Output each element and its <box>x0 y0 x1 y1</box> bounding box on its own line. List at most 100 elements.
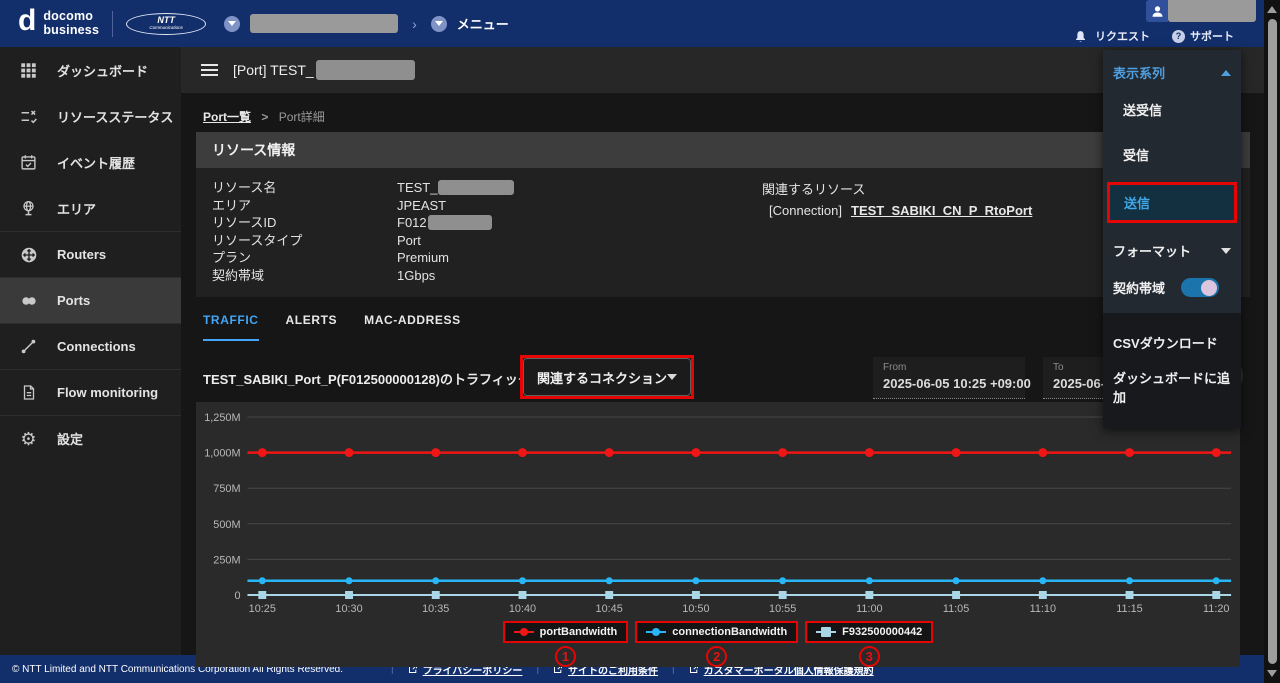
sidebar: ダッシュボード リソースステータス イベント履歴 エリア <box>0 47 181 655</box>
scrollbar-thumb[interactable] <box>1268 19 1277 664</box>
chart-legend: portBandwidth 1 connectionBandwidth 2 <box>196 621 1240 667</box>
menu-option-receive[interactable]: 受信 <box>1113 137 1231 172</box>
document-icon <box>19 384 38 401</box>
vertical-scrollbar[interactable] <box>1264 0 1280 683</box>
traffic-chart-panel: 1,250M1,000M750M500M250M010:2510:3010:35… <box>196 402 1240 667</box>
related-connection-link[interactable]: TEST_SABIKI_CN_P_RtoPort <box>851 203 1032 218</box>
topbar-right-links: リクエスト ? サポート <box>1071 28 1234 44</box>
add-to-dashboard-button[interactable]: ダッシュボードに追加 <box>1113 360 1231 414</box>
grid-icon <box>19 62 38 79</box>
bell-icon <box>1071 30 1090 43</box>
series-section-header[interactable]: 表示系列 <box>1113 63 1231 82</box>
sidebar-item-event-history[interactable]: イベント履歴 <box>0 139 181 185</box>
svg-text:10:40: 10:40 <box>509 603 536 615</box>
connections-icon <box>19 338 38 355</box>
field-plan: プラン Premium <box>212 249 732 267</box>
field-contract-bandwidth: 契約帯域 1Gbps <box>212 267 732 285</box>
annotation-number-2: 2 <box>706 646 727 667</box>
menu-option-both-directions[interactable]: 送受信 <box>1113 92 1231 127</box>
menu-selector-chevron-icon[interactable] <box>431 16 447 32</box>
legend-item-f932500000442[interactable]: F932500000442 <box>805 621 933 643</box>
chevron-up-icon <box>1221 70 1231 76</box>
topbar-navigation: › メニュー <box>224 14 509 33</box>
svg-text:10:30: 10:30 <box>335 603 362 615</box>
menu-actions-section: CSVダウンロード ダッシュボードに追加 <box>1103 313 1241 428</box>
scroll-up-arrow-icon[interactable] <box>1267 6 1277 13</box>
tab-mac-address[interactable]: MAC-ADDRESS <box>364 313 461 341</box>
field-area: エリア JPEAST <box>212 197 732 215</box>
traffic-chart-title: TEST_SABIKI_Port_P(F012500000128)のトラフィック <box>203 369 531 388</box>
sidebar-item-ports[interactable]: Ports <box>0 277 181 323</box>
related-connection-dropdown[interactable]: 関連するコネクション <box>523 358 691 396</box>
contract-bandwidth-toggle[interactable] <box>1181 278 1219 297</box>
svg-text:10:55: 10:55 <box>769 603 796 615</box>
svg-text:10:25: 10:25 <box>249 603 276 615</box>
sidebar-item-dashboard[interactable]: ダッシュボード <box>0 47 181 93</box>
connection-bandwidth-marker-icon <box>646 627 666 637</box>
format-section-header[interactable]: フォーマット <box>1113 241 1231 260</box>
status-list-icon <box>19 108 38 125</box>
resource-info-body: リソース名 TEST_ エリア JPEAST リソースID F012 リソー <box>196 168 1250 297</box>
from-datetime-field[interactable]: From 2025-06-05 10:25 +09:00 <box>873 357 1025 399</box>
annotation-box-connection-dropdown: 関連するコネクション <box>520 355 694 399</box>
traffic-series-marker-icon <box>816 627 836 637</box>
tab-alerts[interactable]: ALERTS <box>286 313 338 341</box>
svg-text:10:45: 10:45 <box>596 603 623 615</box>
sidebar-item-resource-status[interactable]: リソースステータス <box>0 93 181 139</box>
legend-column-connection-bandwidth: connectionBandwidth 2 <box>635 621 798 667</box>
field-resource-type: リソースタイプ Port <box>212 232 732 250</box>
app-window: d docomo business NTT Communications › メ… <box>0 0 1280 683</box>
redacted-resource-name <box>438 180 514 195</box>
related-resource-type: [Connection] <box>769 203 842 218</box>
legend-column-f932500000442: F932500000442 3 <box>805 621 933 667</box>
main-layout: ダッシュボード リソースステータス イベント履歴 エリア <box>0 47 1280 655</box>
breadcrumb-separator: > <box>261 110 268 124</box>
docomo-business-logo[interactable]: d docomo business <box>18 10 99 37</box>
svg-text:11:10: 11:10 <box>1030 603 1056 615</box>
svg-text:1,000M: 1,000M <box>204 448 240 460</box>
traffic-line-chart: 1,250M1,000M750M500M250M010:2510:3010:35… <box>196 407 1240 619</box>
svg-text:11:00: 11:00 <box>856 603 882 615</box>
svg-text:500M: 500M <box>213 519 240 531</box>
resource-info-panel: リソース情報 リソース名 TEST_ エリア JPEAST リソースID <box>196 132 1250 297</box>
chart-options-menu: 表示系列 送受信 受信 送信 フォーマット 契約帯域 CSVダウンロード ダッシ… <box>1103 50 1241 428</box>
sidebar-item-connections[interactable]: Connections <box>0 323 181 369</box>
csv-download-button[interactable]: CSVダウンロード <box>1113 325 1231 360</box>
menu-option-send-selected[interactable]: 送信 <box>1107 182 1237 223</box>
breadcrumb-port-list-link[interactable]: Port一覧 <box>203 110 251 124</box>
question-icon: ? <box>1172 30 1185 43</box>
sidebar-item-routers[interactable]: Routers <box>0 231 181 277</box>
svg-text:10:35: 10:35 <box>422 603 449 615</box>
hamburger-menu-icon[interactable] <box>201 64 218 76</box>
requests-link[interactable]: リクエスト <box>1071 28 1150 44</box>
legend-item-connection-bandwidth[interactable]: connectionBandwidth <box>635 621 798 643</box>
scroll-down-arrow-icon[interactable] <box>1267 670 1277 677</box>
topbar-divider <box>112 11 113 37</box>
svg-text:11:20: 11:20 <box>1203 603 1229 615</box>
resource-info-title: リソース情報 <box>196 132 1250 168</box>
breadcrumb-current: Port詳細 <box>279 110 325 124</box>
user-account-chip[interactable] <box>1146 0 1256 24</box>
sidebar-item-area[interactable]: エリア <box>0 185 181 231</box>
redacted-org-name[interactable] <box>250 14 398 33</box>
legend-item-port-bandwidth[interactable]: portBandwidth <box>503 621 629 643</box>
support-link[interactable]: ? サポート <box>1172 28 1234 44</box>
sidebar-item-settings[interactable]: 設定 <box>0 415 181 461</box>
org-selector-chevron-icon[interactable] <box>224 16 240 32</box>
field-resource-name: リソース名 TEST_ <box>212 179 732 197</box>
series-section: 表示系列 送受信 受信 送信 フォーマット 契約帯域 <box>1103 50 1241 313</box>
tab-traffic[interactable]: TRAFFIC <box>203 313 259 341</box>
annotation-number-1: 1 <box>555 646 576 667</box>
related-resources: 関連するリソース [Connection] TEST_SABIKI_CN_P_R… <box>762 179 1032 284</box>
top-navbar: d docomo business NTT Communications › メ… <box>0 0 1280 47</box>
svg-text:11:15: 11:15 <box>1116 603 1142 615</box>
router-icon <box>19 246 38 264</box>
resource-fields: リソース名 TEST_ エリア JPEAST リソースID F012 リソー <box>212 179 732 284</box>
legend-column-port-bandwidth: portBandwidth 1 <box>503 621 629 667</box>
sidebar-item-flow-monitoring[interactable]: Flow monitoring <box>0 369 181 415</box>
related-resources-title: 関連するリソース <box>762 179 1032 198</box>
contract-bandwidth-toggle-row: 契約帯域 <box>1113 278 1231 297</box>
svg-text:1,250M: 1,250M <box>204 412 240 424</box>
related-resource-row: [Connection] TEST_SABIKI_CN_P_RtoPort <box>762 203 1032 218</box>
topbar-menu-label[interactable]: メニュー <box>457 14 509 33</box>
